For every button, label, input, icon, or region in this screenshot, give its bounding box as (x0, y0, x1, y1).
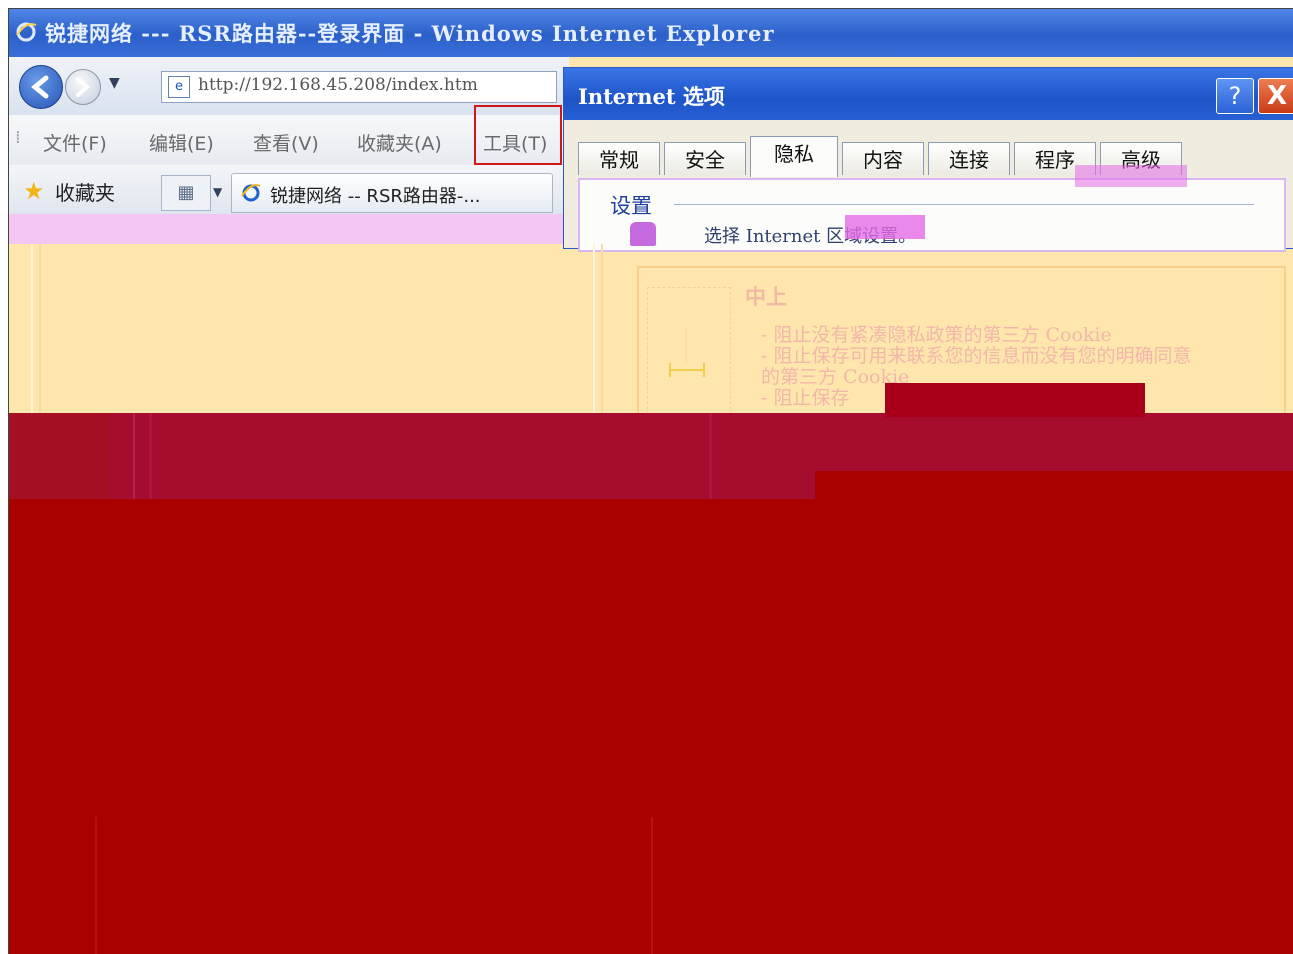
forward-button[interactable] (65, 69, 101, 105)
toolbar-grip-icon: ⁞ (15, 127, 21, 148)
address-url: http://192.168.45.208/index.htm (198, 75, 478, 95)
menu-file[interactable]: 文件(F) (43, 129, 107, 156)
slider-track (685, 329, 687, 363)
render-artifact (9, 413, 109, 499)
menu-favorites[interactable]: 收藏夹(A) (357, 129, 442, 156)
render-artifact (651, 817, 653, 954)
privacy-person-icon (630, 222, 656, 246)
privacy-tab-panel: 设置 选择 Internet 区域设置。 (578, 178, 1286, 252)
browser-tab-label: 锐捷网络 -- RSR路由器-... (270, 186, 481, 207)
render-artifact (149, 413, 152, 499)
render-artifact (885, 383, 1145, 417)
close-button[interactable]: X (1258, 78, 1293, 114)
menu-edit[interactable]: 编辑(E) (149, 129, 214, 156)
quick-tabs-icon[interactable]: ▦ (161, 175, 211, 211)
browser-tab[interactable]: 锐捷网络 -- RSR路由器-... (231, 173, 553, 213)
pane-divider (593, 244, 595, 414)
dialog-title: Internet 选项 (578, 84, 725, 109)
render-artifact (709, 413, 712, 499)
settings-section-label: 设置 (610, 194, 652, 218)
tab-general[interactable]: 常规 (578, 142, 660, 175)
menu-view[interactable]: 查看(V) (253, 129, 319, 156)
ie-title-bar: 锐捷网络 --- RSR路由器--登录界面 - Windows Internet… (9, 9, 1293, 57)
section-divider (674, 204, 1254, 205)
back-button[interactable] (19, 65, 63, 109)
favorites-star-icon[interactable]: ★ (23, 177, 45, 205)
ie-window: 锐捷网络 --- RSR路由器--登录界面 - Windows Internet… (8, 8, 1293, 954)
render-artifact (845, 215, 925, 239)
tab-privacy[interactable]: 隐私 (750, 136, 838, 177)
help-button[interactable]: ? (1216, 78, 1254, 114)
render-artifact (95, 817, 97, 954)
pane-divider (31, 244, 33, 414)
pane-divider (601, 244, 603, 414)
address-bar[interactable]: e http://192.168.45.208/index.htm (161, 71, 557, 103)
tab-content[interactable]: 内容 (842, 142, 924, 175)
dialog-title-bar: Internet 选项 ? X (564, 68, 1293, 120)
window-title: 锐捷网络 --- RSR路由器--登录界面 - Windows Internet… (45, 21, 775, 46)
history-dropdown-icon[interactable]: ▼ (109, 75, 120, 91)
forward-arrow-icon (76, 77, 91, 97)
privacy-level-item: - 阻止没有紧凑隐私政策的第三方 Cookie (761, 324, 1112, 346)
privacy-slider[interactable] (647, 287, 731, 419)
render-artifact (133, 413, 135, 499)
tools-menu-highlight (474, 105, 562, 165)
slider-thumb[interactable] (669, 363, 705, 377)
internet-options-dialog: Internet 选项 ? X 常规 安全 隐私 内容 连接 程序 高级 设置 … (563, 67, 1293, 252)
page-icon: e (168, 76, 190, 98)
privacy-level-item: - 阻止保存 (761, 387, 850, 409)
tab-list-dropdown-icon[interactable]: ▼ (213, 185, 222, 199)
privacy-level-item: - 阻止保存可用来联系您的信息而没有您的明确同意 (761, 345, 1192, 367)
pane-divider (39, 244, 41, 414)
ie-tab-icon (241, 184, 261, 202)
render-artifact (1075, 165, 1187, 187)
tab-connections[interactable]: 连接 (928, 142, 1010, 175)
ie-logo-icon (16, 22, 37, 42)
back-arrow-icon (31, 75, 49, 99)
command-bar-strip (9, 214, 569, 244)
tab-security[interactable]: 安全 (664, 142, 746, 175)
occluded-region-notch (815, 471, 1293, 499)
favorites-button[interactable]: 收藏夹 (55, 177, 115, 206)
privacy-level-title: 中上 (745, 285, 787, 309)
favorites-bar: ★ 收藏夹 ▦ ▼ 锐捷网络 -- RSR路由器-... (9, 165, 569, 217)
